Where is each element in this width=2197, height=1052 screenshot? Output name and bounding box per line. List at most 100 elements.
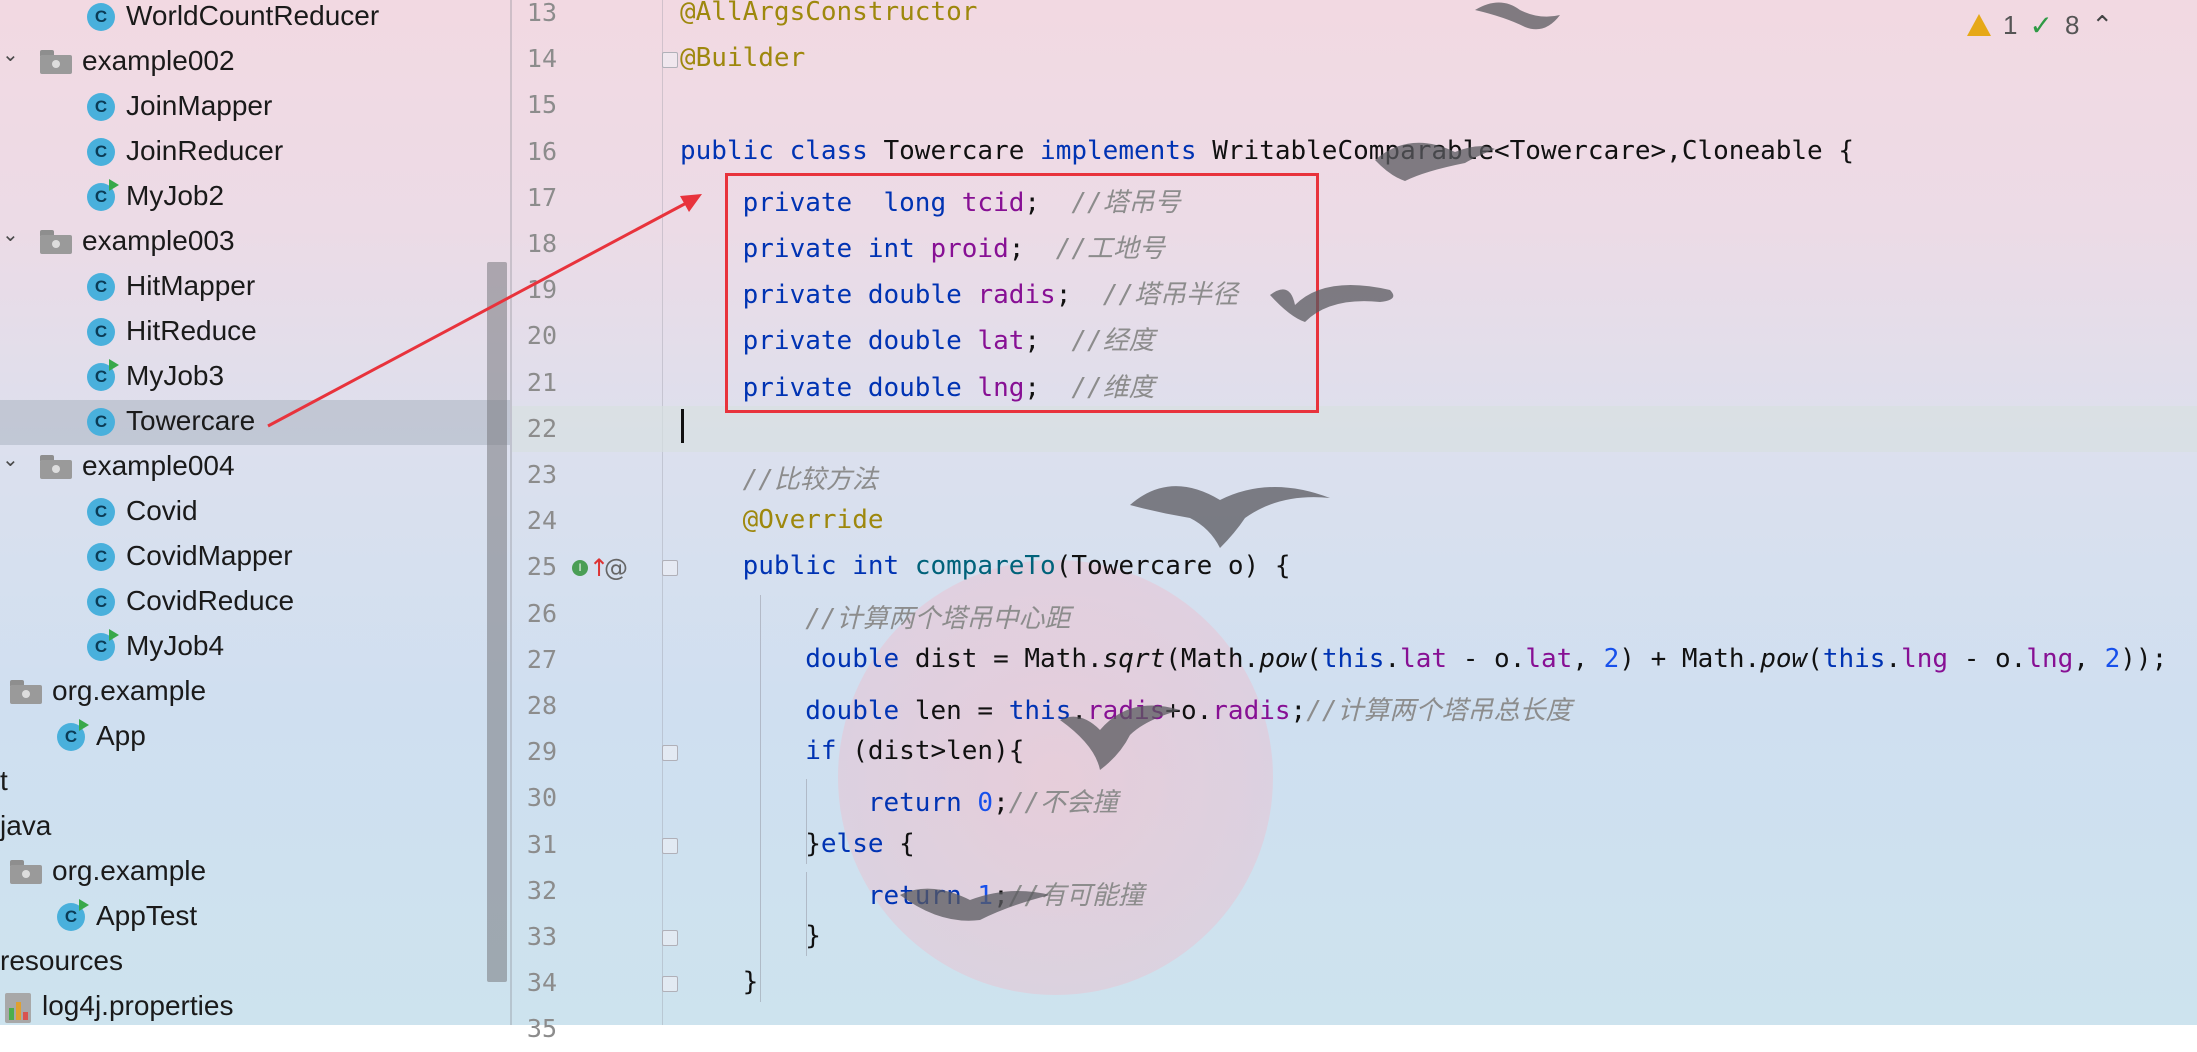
class-icon: C	[87, 408, 115, 436]
code-text: }else {	[805, 828, 915, 859]
chevron-down-icon[interactable]: ⌄	[2, 42, 19, 66]
code-line[interactable]: 13 @AllArgsConstructor	[512, 0, 2197, 36]
code-text: @AllArgsConstructor	[680, 0, 978, 27]
code-line[interactable]: 26 //计算两个塔吊中心距	[512, 591, 2197, 637]
tree-item-covidmapper[interactable]: C CovidMapper	[0, 535, 510, 580]
tree-item-hitmapper[interactable]: C HitMapper	[0, 265, 510, 310]
tree-item-java[interactable]: java	[0, 805, 510, 850]
annotation-highlight-box	[725, 173, 1319, 413]
package-folder-icon	[40, 455, 72, 479]
line-number: 33	[526, 922, 557, 951]
inspection-widget[interactable]: 1 ✓ 8 ⌃	[1967, 0, 2197, 50]
tree-item-label: t	[0, 765, 8, 796]
tree-item-myjob3[interactable]: C MyJob3	[0, 355, 510, 400]
tree-item-log4j-properties[interactable]: log4j.properties	[0, 985, 510, 1030]
code-line[interactable]: 31 }else {	[512, 822, 2197, 868]
tree-item-label: resources	[0, 945, 123, 976]
line-number: 26	[526, 598, 557, 628]
code-line[interactable]: 29 if (dist>len){	[512, 729, 2197, 775]
code-line[interactable]: 35	[512, 1006, 2197, 1052]
code-text: double dist = Math.sqrt(Math.pow(this.la…	[805, 643, 2168, 674]
tree-item-label: HitReduce	[126, 315, 257, 346]
fold-marker-icon[interactable]	[662, 745, 678, 762]
tree-item-myjob2[interactable]: C MyJob2	[0, 175, 510, 220]
line-number: 25	[526, 552, 557, 582]
line-number: 17	[526, 182, 557, 212]
code-line[interactable]: 25 public int compareTo(Towercare o) {	[512, 544, 2197, 590]
tree-item-myjob4[interactable]: C MyJob4	[0, 625, 510, 670]
code-line[interactable]: 33 }	[512, 914, 2197, 960]
tree-item-example002[interactable]: ⌄ example002	[0, 40, 510, 85]
code-text: double len = this.radis+o.radis;//计算两个塔吊…	[805, 696, 1572, 726]
tree-item-hitreduce[interactable]: C HitReduce	[0, 310, 510, 355]
line-number: 34	[526, 968, 557, 998]
fold-marker-icon[interactable]	[662, 52, 678, 69]
line-number: 35	[526, 1014, 557, 1044]
code-line[interactable]: 27 double dist = Math.sqrt(Math.pow(this…	[512, 637, 2197, 683]
code-line[interactable]: 28 double len = this.radis+o.radis;//计算两…	[512, 683, 2197, 729]
tree-item-org-example[interactable]: org.example	[0, 670, 510, 715]
code-line[interactable]: 24 @Override	[512, 498, 2197, 544]
check-icon: ✓	[2029, 9, 2053, 41]
code-line[interactable]: 30 return 0;//不会撞	[512, 775, 2197, 821]
tree-item-covidreduce[interactable]: C CovidReduce	[0, 580, 510, 625]
run-icon	[79, 899, 89, 911]
code-text: @Override	[742, 505, 884, 536]
fold-marker-icon[interactable]	[662, 976, 678, 993]
fold-marker-icon[interactable]	[662, 837, 678, 854]
package-folder-icon	[10, 860, 42, 884]
tree-item-t[interactable]: t	[0, 760, 510, 805]
code-text: }	[805, 921, 821, 951]
project-scrollbar[interactable]	[487, 262, 507, 982]
tree-item-covid[interactable]: C Covid	[0, 490, 510, 535]
warning-icon	[1967, 14, 1991, 36]
code-line[interactable]: 14 @Builder	[512, 36, 2197, 82]
chevron-down-icon[interactable]: ⌄	[2, 447, 19, 471]
tree-item-example003[interactable]: ⌄ example003	[0, 220, 510, 265]
annotation-gutter-icon[interactable]: @	[604, 554, 628, 582]
tree-item-org-example[interactable]: org.example	[0, 850, 510, 895]
tree-item-joinreducer[interactable]: C JoinReducer	[0, 130, 510, 175]
tree-item-example004[interactable]: ⌄ example004	[0, 445, 510, 490]
run-icon	[109, 359, 119, 371]
run-icon	[109, 179, 119, 191]
line-number: 20	[526, 321, 557, 351]
line-number: 31	[526, 829, 557, 859]
fold-marker-icon[interactable]	[662, 560, 678, 577]
code-line[interactable]: 23 //比较方法	[512, 452, 2197, 498]
code-line[interactable]: 15	[512, 82, 2197, 128]
code-line[interactable]: 16 public class Towercare implements Writ…	[512, 129, 2197, 175]
tree-item-label: Towercare	[126, 405, 256, 436]
package-folder-icon	[10, 680, 42, 704]
tree-item-joinmapper[interactable]: C JoinMapper	[0, 85, 510, 130]
tree-item-label: App	[96, 720, 146, 751]
indent-guide	[806, 779, 807, 864]
runnable-class-icon: C	[57, 719, 89, 751]
code-line[interactable]: 34 }	[512, 960, 2197, 1006]
tree-item-label: MyJob3	[126, 360, 225, 391]
fold-marker-icon[interactable]	[662, 930, 678, 946]
indent-guide	[760, 594, 761, 1003]
tree-item-label: Covid	[126, 495, 198, 526]
tree-item-apptest[interactable]: C AppTest	[0, 895, 510, 940]
line-number: 13	[526, 0, 557, 27]
code-line[interactable]: 32 return 1;//有可能撞	[512, 868, 2197, 914]
chevron-down-icon[interactable]: ⌄	[2, 222, 19, 246]
line-number: 22	[526, 413, 557, 443]
line-number: 28	[526, 691, 557, 720]
tree-item-worldcountreducer[interactable]: C WorldCountReducer	[0, 0, 510, 40]
tree-item-towercare[interactable]: C Towercare	[0, 400, 510, 445]
runnable-class-icon: C	[87, 179, 119, 211]
run-icon	[79, 719, 89, 731]
run-icon	[109, 629, 119, 641]
tree-item-app[interactable]: C App	[0, 715, 510, 760]
code-editor[interactable]: 13 @AllArgsConstructor 14 @Builder 15 16 publi…	[512, 0, 2197, 1043]
chevron-up-icon[interactable]: ⌃	[2091, 10, 2113, 41]
project-tree-panel: C WorldCountReducer ⌄ example002 C JoinMapper…	[0, 0, 510, 1025]
line-number: 24	[526, 506, 557, 536]
tree-item-label: MyJob4	[126, 630, 225, 661]
line-number: 29	[526, 737, 557, 767]
tree-item-label: HitMapper	[126, 270, 256, 301]
tree-item-resources[interactable]: resources	[0, 940, 510, 985]
tree-item-label: example002	[82, 45, 235, 76]
